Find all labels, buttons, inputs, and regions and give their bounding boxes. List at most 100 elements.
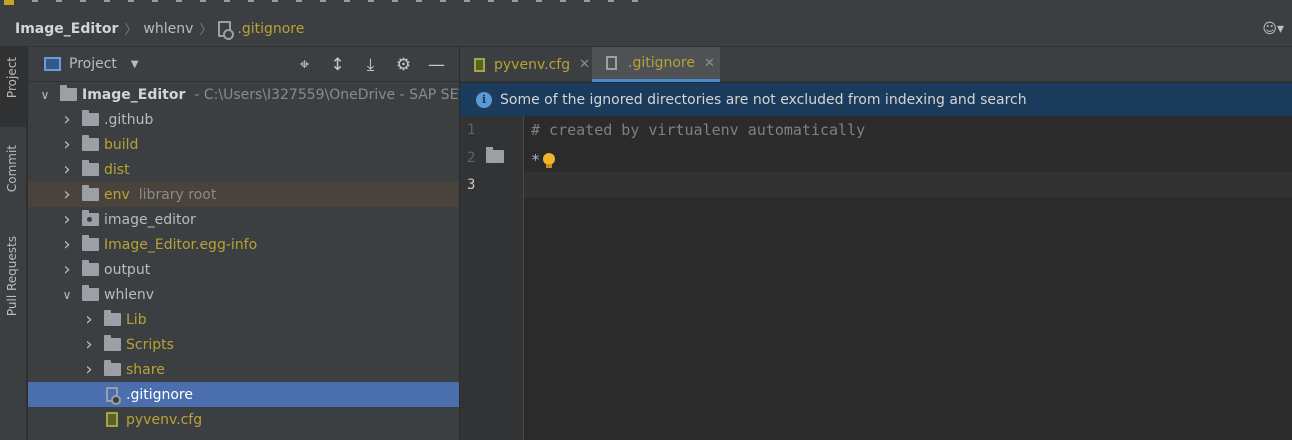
info-icon: i bbox=[476, 91, 492, 108]
breadcrumb-project[interactable]: Image_Editor bbox=[15, 21, 118, 37]
tree-item[interactable]: › dist bbox=[28, 157, 459, 182]
chevron-right-icon[interactable]: › bbox=[84, 309, 94, 330]
chevron-right-icon[interactable]: › bbox=[62, 184, 72, 205]
tree-item[interactable]: › image_editor bbox=[28, 207, 459, 232]
tool-tab-pull-requests[interactable]: Pull Requests bbox=[0, 232, 27, 342]
collapse-all-icon[interactable]: ⤓ bbox=[354, 55, 387, 75]
lightbulb-icon[interactable] bbox=[543, 153, 555, 168]
chevron-down-icon[interactable]: ∨ bbox=[40, 88, 50, 102]
tool-tab-commit-label: Commit bbox=[5, 145, 19, 193]
editor-tab-bar: pyvenv.cfg ✕ .gitignore ✕ bbox=[460, 47, 1292, 82]
line-number: 3 bbox=[467, 177, 476, 193]
folder-icon bbox=[104, 335, 121, 351]
chevron-right-icon[interactable]: › bbox=[62, 159, 72, 180]
folder-icon bbox=[82, 235, 99, 251]
chevron-right-icon[interactable]: › bbox=[62, 234, 72, 255]
tree-item-path: library root bbox=[138, 186, 217, 203]
code-line[interactable]: * bbox=[531, 151, 540, 169]
chevron-down-icon[interactable]: ∨ bbox=[62, 288, 72, 302]
chevron-down-icon[interactable]: ▼ bbox=[131, 59, 139, 70]
tab-label: pyvenv.cfg bbox=[494, 56, 571, 73]
tree-item-label: Image_Editor - C:\Users\I327559\OneDrive … bbox=[82, 87, 459, 103]
tree-item[interactable]: › Scripts bbox=[28, 332, 459, 357]
tree-item[interactable]: pyvenv.cfg bbox=[28, 407, 459, 432]
tree-item[interactable]: › share bbox=[28, 357, 459, 382]
line-number: 2 bbox=[467, 150, 476, 166]
tab-label: .gitignore bbox=[628, 55, 695, 71]
gitignore-file-icon bbox=[218, 20, 235, 40]
tree-item-label: .github bbox=[104, 111, 154, 128]
breadcrumb-separator-icon: 〉 bbox=[124, 23, 138, 38]
folder-icon[interactable] bbox=[486, 147, 504, 163]
tree-item-label: whlenv bbox=[104, 286, 154, 303]
folder-icon bbox=[104, 360, 121, 376]
tree-item-label: share bbox=[126, 361, 165, 378]
gitignore-file-icon bbox=[106, 387, 121, 405]
tree-item-label: output bbox=[104, 261, 151, 278]
tab-gitignore[interactable]: .gitignore ✕ bbox=[592, 47, 720, 82]
gitignore-file-icon bbox=[606, 56, 617, 70]
tree-item[interactable]: ∨ Image_Editor - C:\Users\I327559\OneDrive… bbox=[28, 82, 459, 107]
folder-icon bbox=[104, 310, 121, 326]
folder-icon bbox=[60, 85, 77, 101]
tool-tab-project-label: Project bbox=[5, 57, 19, 99]
chevron-right-icon[interactable]: › bbox=[62, 109, 72, 130]
folder-icon bbox=[82, 135, 99, 151]
editor-gutter: 1 2 3 bbox=[460, 116, 524, 440]
tree-item-path: - C:\Users\I327559\OneDrive - SAP SE\Do bbox=[194, 86, 459, 103]
tree-item-label: Scripts bbox=[126, 336, 174, 353]
tool-window-strip: Project Commit Pull Requests bbox=[0, 47, 27, 440]
package-folder-icon bbox=[82, 210, 99, 226]
main-menu-strip bbox=[0, 0, 1292, 11]
project-panel-header: Project ▼ ⌖ ↕ ⤓ ⚙ — bbox=[28, 47, 459, 82]
code-editor[interactable]: # created by virtualenv automatically * bbox=[524, 116, 1292, 440]
chevron-right-icon[interactable]: › bbox=[62, 209, 72, 230]
tree-item[interactable]: › env library root bbox=[28, 182, 459, 207]
chevron-right-icon[interactable]: › bbox=[84, 359, 94, 380]
tree-item-label: Lib bbox=[126, 311, 147, 328]
project-view-icon bbox=[44, 57, 61, 71]
breadcrumb-file[interactable]: .gitignore bbox=[218, 20, 304, 40]
tree-item-label: image_editor bbox=[104, 211, 196, 228]
tree-item-label: pyvenv.cfg bbox=[126, 411, 203, 428]
folder-icon bbox=[82, 260, 99, 276]
tree-item[interactable]: .gitignore bbox=[28, 382, 459, 407]
target-icon[interactable]: ⌖ bbox=[288, 55, 321, 75]
tree-item[interactable]: › Image_Editor.egg-info bbox=[28, 232, 459, 257]
cfg-file-icon bbox=[474, 57, 485, 72]
gear-icon[interactable]: ⚙ bbox=[387, 55, 420, 75]
folder-icon bbox=[82, 160, 99, 176]
navigation-bar: Image_Editor 〉 whlenv 〉 .gitignore ☺▾ bbox=[0, 11, 1292, 47]
tree-item[interactable]: › build bbox=[28, 132, 459, 157]
breadcrumb-folder[interactable]: whlenv bbox=[143, 21, 193, 37]
project-view-selector[interactable]: Project bbox=[69, 56, 117, 72]
tree-item[interactable]: › .github bbox=[28, 107, 459, 132]
breadcrumb-separator-icon: 〉 bbox=[199, 23, 213, 38]
minimize-icon[interactable]: — bbox=[420, 55, 453, 75]
tree-item[interactable]: › output bbox=[28, 257, 459, 282]
line-number: 1 bbox=[467, 122, 476, 138]
close-icon[interactable]: ✕ bbox=[704, 56, 715, 71]
tool-tab-pull-requests-label: Pull Requests bbox=[5, 236, 19, 317]
tool-tab-project[interactable]: Project bbox=[0, 47, 27, 127]
tool-tab-commit[interactable]: Commit bbox=[0, 139, 27, 219]
expand-all-icon[interactable]: ↕ bbox=[321, 55, 354, 75]
indexing-notice-banner: i Some of the ignored directories are no… bbox=[460, 83, 1292, 116]
project-panel: Project ▼ ⌖ ↕ ⤓ ⚙ — ∨ Image_Editor - C:\Us… bbox=[28, 47, 459, 440]
code-line[interactable]: # created by virtualenv automatically bbox=[531, 121, 865, 139]
notice-text: Some of the ignored directories are not … bbox=[500, 91, 1027, 108]
tree-item-label: .gitignore bbox=[126, 386, 193, 403]
tree-item[interactable]: › Lib bbox=[28, 307, 459, 332]
chevron-right-icon[interactable]: › bbox=[62, 134, 72, 155]
tree-item[interactable]: ∨ whlenv bbox=[28, 282, 459, 307]
user-menu-icon[interactable]: ☺▾ bbox=[1262, 21, 1284, 37]
chevron-right-icon[interactable]: › bbox=[62, 259, 72, 280]
project-tree: ∨ Image_Editor - C:\Users\I327559\OneDrive… bbox=[28, 82, 459, 432]
tree-item-label: dist bbox=[104, 161, 130, 178]
cfg-file-icon bbox=[106, 412, 118, 427]
tree-item-label: build bbox=[104, 136, 139, 153]
current-line-highlight bbox=[524, 172, 1292, 198]
tab-pyvenv-cfg[interactable]: pyvenv.cfg ✕ bbox=[460, 47, 592, 82]
chevron-right-icon[interactable]: › bbox=[84, 334, 94, 355]
close-icon[interactable]: ✕ bbox=[579, 57, 590, 72]
